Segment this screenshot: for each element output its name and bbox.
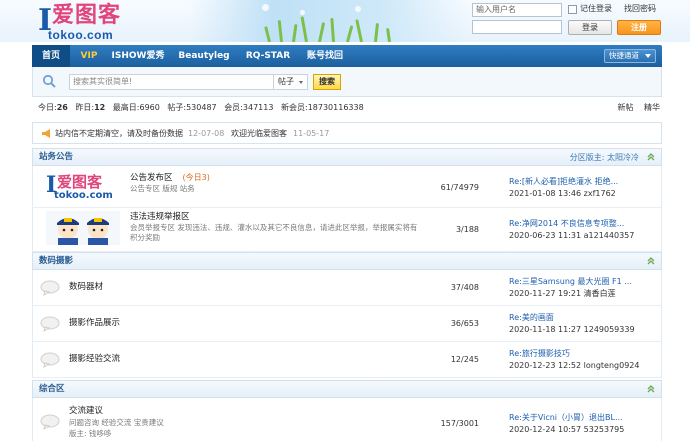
chevron-down-icon [299, 81, 303, 84]
speech-bubble-icon [40, 414, 60, 430]
section-title[interactable]: 综合区 [39, 384, 65, 395]
last-post-link[interactable]: Re:美的画面 [509, 312, 554, 323]
username-input[interactable]: 输入用户名 [472, 3, 562, 17]
stat-yesterday: 昨日:12 [75, 103, 106, 112]
forum-count: 12/245 [450, 355, 479, 364]
remember-checkbox[interactable] [568, 5, 577, 14]
last-post-link[interactable]: Re:三星Samsung 最大光圈 F1 ... [509, 276, 632, 287]
police-mascot-icon[interactable] [46, 211, 120, 245]
logo-url: tokoo.com [54, 190, 113, 201]
collapse-icon[interactable] [647, 153, 655, 161]
speech-bubble-icon [40, 280, 60, 296]
today-count: (今日3) [182, 173, 210, 182]
forum-row: 摄影作品展示 36/653 Re:美的画面 2020-11-18 11:27 1… [32, 306, 662, 342]
forum-name[interactable]: 违法违规举报区 [130, 212, 190, 223]
stat-newest: 新会员:18730116338 [280, 103, 364, 112]
notice-text-2[interactable]: 欢迎光临爱图客 [231, 128, 287, 139]
forum-name[interactable]: 摄影作品展示 [69, 318, 120, 329]
new-posts-link[interactable]: 新帖 [617, 103, 633, 112]
last-post-time: 2020-06-23 11:31 a121440357 [509, 231, 635, 240]
forum-row: I 爱图客 tokoo.com 公告发布区 (今日3) 公告专区 版规 站务 61… [32, 166, 662, 208]
last-post-link[interactable]: Re:关于Vicni（小胃）退出BL... [509, 412, 623, 423]
last-post-time: 2020-12-24 10:57 53253795 [509, 425, 625, 434]
forum-count: 37/408 [450, 283, 479, 292]
digest-link[interactable]: 精华 [644, 103, 660, 112]
search-type-label: 帖子 [278, 77, 294, 86]
search-bar: 搜索其实很简单! 帖子 搜索 [32, 67, 662, 97]
remember-label: 记住登录 [580, 4, 612, 13]
forum-count: 61/74979 [440, 183, 479, 192]
last-post-time: 2020-12-23 12:52 longteng0924 [509, 361, 640, 370]
nav-vip[interactable]: VIP [72, 45, 106, 67]
newest-member-link[interactable]: 18730116338 [308, 103, 364, 112]
last-post-link[interactable]: Re:[新人必看]拒绝灌水 拒绝... [509, 176, 618, 187]
stat-today: 今日:26 [38, 103, 68, 112]
section-moderators[interactable]: 分区版主: 太阳冷冷 [570, 152, 639, 163]
search-input[interactable]: 搜索其实很简单! [69, 74, 274, 90]
search-icon [42, 74, 56, 88]
last-post-time: 2021-01-08 13:46 zxf1762 [509, 189, 616, 198]
forum-name[interactable]: 交流建议 [69, 406, 103, 417]
section-header-photography: 数码摄影 [32, 252, 662, 270]
speech-bubble-icon [40, 316, 60, 332]
section-header-announcements: 站务公告 分区版主: 太阳冷冷 [32, 148, 662, 166]
section-header-general: 综合区 [32, 380, 662, 398]
quick-access-label: 快捷通道 [609, 51, 639, 60]
logo-name: 爱图客 [52, 3, 122, 28]
last-post-time: 2020-11-27 19:21 清香白莲 [509, 289, 616, 298]
forum-logo[interactable]: I 爱图客 tokoo.com [46, 174, 118, 202]
forum-desc: 问题咨询 经验交流 宝贵建议 [69, 418, 164, 427]
site-logo[interactable]: I 爱图客 tokoo.com [38, 3, 148, 43]
forum-row: 违法违规举报区 会员举报专区 发现违法、违规、灌水以及其它不良信息，请进此区举报… [32, 208, 662, 252]
forum-name[interactable]: 摄影经验交流 [69, 354, 120, 365]
forum-row: 交流建议 问题咨询 经验交流 宝贵建议 版主: 钱哆哆 157/3001 Re:… [32, 398, 662, 441]
last-post-time: 2020-11-18 11:27 1249059339 [509, 325, 635, 334]
register-button[interactable]: 注册 [617, 20, 661, 35]
collapse-icon[interactable] [647, 257, 655, 265]
forum-row: 数码器材 37/408 Re:三星Samsung 最大光圈 F1 ... 202… [32, 270, 662, 306]
stat-posts: 帖子:530487 [167, 103, 217, 112]
forum-count: 36/653 [450, 319, 479, 328]
chevron-down-icon [645, 54, 651, 58]
megaphone-icon [42, 129, 50, 138]
login-button[interactable]: 登录 [568, 20, 612, 35]
nav-home[interactable]: 首页 [32, 45, 70, 67]
forum-count: 157/3001 [440, 419, 479, 428]
logo-name: 爱图客 [57, 173, 103, 191]
stat-max: 最高日:6960 [112, 103, 160, 112]
announcement-bar: 站内信不定期清空，请及时备份数据 12-07-08 欢迎光临爱图客 11-05-… [32, 122, 662, 144]
last-post-link[interactable]: Re:旅行摄影技巧 [509, 348, 570, 359]
forum-desc: 会员举报专区 发现违法、违规、灌水以及其它不良信息，请进此区举报，举报属实将有积… [130, 223, 418, 242]
notice-date-1: 12-07-08 [188, 129, 225, 138]
forum-name[interactable]: 数码器材 [69, 282, 103, 293]
nav-ishow[interactable]: ISHOW爱秀 [108, 45, 168, 67]
forgot-password-link[interactable]: 找回密码 [624, 4, 656, 14]
section-title[interactable]: 数码摄影 [39, 256, 73, 267]
notice-text-1[interactable]: 站内信不定期清空，请及时备份数据 [55, 128, 183, 139]
logo-url: tokoo.com [48, 28, 114, 42]
search-type-select[interactable]: 帖子 [274, 74, 308, 90]
forum-desc: 公告专区 版规 站务 [130, 184, 195, 193]
stats-links: 新帖 精华 [609, 102, 660, 114]
section-title[interactable]: 站务公告 [39, 152, 73, 163]
forum-moderator[interactable]: 版主: 钱哆哆 [69, 429, 111, 439]
nav-account-recovery[interactable]: 账号找回 [300, 45, 350, 67]
speech-bubble-icon [40, 352, 60, 368]
nav-rqstar[interactable]: RQ-STAR [238, 45, 298, 67]
quick-access-dropdown[interactable]: 快捷通道 [604, 49, 656, 63]
collapse-icon[interactable] [647, 385, 655, 393]
password-input[interactable] [472, 20, 562, 34]
site-header: I 爱图客 tokoo.com 输入用户名 记住登录 找回密码 登录 注册 [0, 0, 690, 42]
forum-name[interactable]: 公告发布区 (今日3) [130, 172, 210, 184]
search-button[interactable]: 搜索 [313, 74, 341, 90]
notice-date-2: 11-05-17 [293, 129, 330, 138]
forum-row: 摄影经验交流 12/245 Re:旅行摄影技巧 2020-12-23 12:52… [32, 342, 662, 378]
nav-beautyleg[interactable]: Beautyleg [172, 45, 236, 67]
forum-stats: 今日:26 昨日:12 最高日:6960 帖子:530487 会员:347113… [38, 102, 369, 114]
last-post-link[interactable]: Re:净网2014 不良信息专项整... [509, 218, 624, 229]
forum-count: 3/188 [455, 225, 479, 234]
stat-members: 会员:347113 [224, 103, 274, 112]
main-nav: 首页 VIP ISHOW爱秀 Beautyleg RQ-STAR 账号找回 快捷… [32, 45, 662, 67]
